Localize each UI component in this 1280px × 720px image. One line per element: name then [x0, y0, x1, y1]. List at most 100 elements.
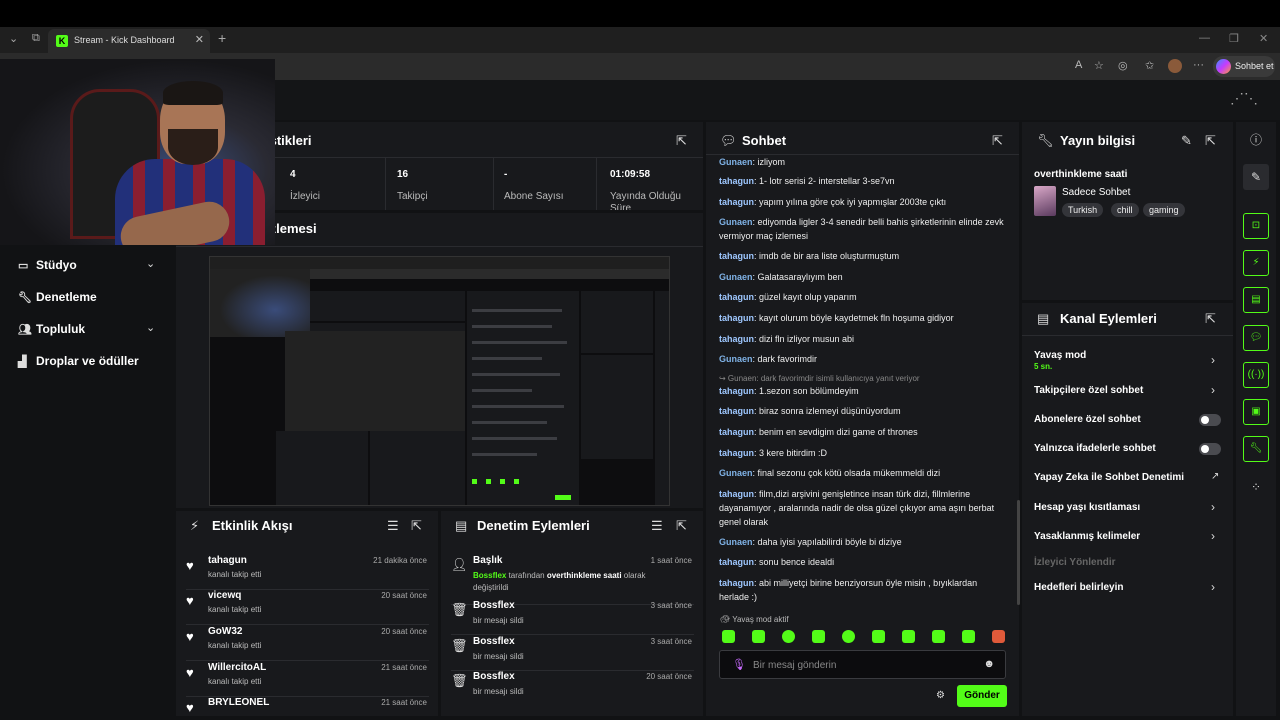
edit-pencil-icon[interactable]: ✎: [1181, 133, 1192, 149]
favorite-star-icon[interactable]: ☆: [1094, 59, 1104, 72]
emote-icon[interactable]: [782, 630, 795, 643]
profile-avatar[interactable]: [1168, 59, 1182, 73]
chat-user[interactable]: Gunaen: [719, 468, 753, 478]
new-tab-icon[interactable]: +: [218, 30, 226, 46]
nav-studio[interactable]: ▭ Stüdyo: [18, 258, 77, 272]
browser-tab[interactable]: K Stream - Kick Dashboard ✕: [48, 29, 210, 53]
chat-user[interactable]: Gunaen: [719, 272, 753, 282]
emote-icon[interactable]: [752, 630, 765, 643]
nav-community[interactable]: 👥︎ Topluluk: [18, 322, 85, 336]
chat-user[interactable]: tahagun: [719, 334, 754, 344]
chevron-down-icon[interactable]: ⌄: [146, 321, 155, 334]
minimize-icon[interactable]: —: [1199, 32, 1210, 44]
popout-icon[interactable]: ⇱: [411, 518, 422, 534]
activity-user[interactable]: GoW32: [208, 626, 242, 637]
tag-chip[interactable]: gaming: [1143, 203, 1185, 217]
chevron-right-icon[interactable]: ›: [1211, 383, 1215, 397]
ai-moderation-row[interactable]: Yapay Zeka ile Sohbet Denetimi: [1034, 472, 1220, 483]
filter-icon[interactable]: ☰: [387, 518, 399, 534]
emote-icon[interactable]: [812, 630, 825, 643]
chevron-down-icon[interactable]: ⌄: [146, 257, 155, 270]
lightning-icon[interactable]: ⚡︎: [1243, 250, 1269, 276]
modlog-user[interactable]: Bossflex: [473, 671, 515, 682]
emote-icon[interactable]: [962, 630, 975, 643]
activity-user[interactable]: vicewq: [208, 590, 241, 601]
broadcast-icon[interactable]: ((·)): [1243, 362, 1269, 388]
microphone-icon[interactable]: 🎙︎: [732, 658, 746, 671]
wrench-icon[interactable]: 🔧︎: [1243, 436, 1269, 462]
chat-user[interactable]: tahagun: [719, 448, 754, 458]
chat-user[interactable]: tahagun: [719, 386, 754, 396]
extension-icon[interactable]: ◎: [1118, 59, 1128, 72]
emotes-only-toggle[interactable]: [1199, 443, 1221, 455]
tab-list-chevron-icon[interactable]: ⌄: [9, 32, 18, 45]
chat-user[interactable]: tahagun: [719, 578, 754, 588]
chat-icon[interactable]: 💬︎: [1243, 325, 1269, 351]
chat-user[interactable]: tahagun: [719, 557, 754, 567]
chat-user[interactable]: tahagun: [719, 406, 754, 416]
chevron-right-icon[interactable]: ›: [1211, 500, 1215, 514]
tag-chip[interactable]: chill: [1111, 203, 1139, 217]
send-button[interactable]: Gönder: [957, 685, 1007, 707]
popout-icon[interactable]: ⇱: [1205, 311, 1216, 327]
tag-chip[interactable]: Turkish: [1062, 203, 1104, 217]
banned-words-row[interactable]: Yasaklanmış kelimeler: [1034, 531, 1220, 542]
stream-preview-video[interactable]: [209, 256, 670, 506]
chat-scrollbar[interactable]: [1017, 500, 1020, 605]
info-icon[interactable]: ⓘ: [1243, 127, 1269, 153]
chat-user[interactable]: Gunaen: [719, 537, 753, 547]
chat-user[interactable]: Gunaen: [719, 217, 753, 227]
workspaces-icon[interactable]: ⧉: [32, 32, 40, 45]
stream-category[interactable]: Sadece Sohbet: [1062, 187, 1130, 198]
emoji-icon[interactable]: ☻: [983, 658, 995, 670]
nav-drops[interactable]: ▟ Droplar ve ödüller: [18, 354, 139, 368]
chat-message-input[interactable]: 🎙︎ Bir mesaj gönderin ☻: [719, 650, 1006, 679]
popout-icon[interactable]: ⇱: [676, 518, 687, 534]
kick-logo-icon[interactable]: ⋰⋱: [1230, 90, 1258, 108]
emote-icon[interactable]: [872, 630, 885, 643]
activity-user[interactable]: tahagun: [208, 555, 247, 566]
tab-close-icon[interactable]: ✕: [195, 33, 204, 46]
popout-icon[interactable]: ⇱: [1205, 133, 1216, 149]
emote-icon[interactable]: [722, 630, 735, 643]
chat-user[interactable]: tahagun: [719, 427, 754, 437]
maximize-icon[interactable]: ❐: [1229, 32, 1239, 45]
popout-icon[interactable]: ⇱: [992, 133, 1003, 149]
close-window-icon[interactable]: ✕: [1259, 32, 1268, 45]
goals-row[interactable]: Hedefleri belirleyin: [1034, 582, 1220, 593]
chat-settings-gear-icon[interactable]: ⚙: [936, 690, 945, 701]
slow-mode-row[interactable]: Yavaş mod 5 sn.: [1034, 350, 1220, 372]
modlog-actor[interactable]: Bossflex: [473, 571, 506, 580]
emote-icon[interactable]: [842, 630, 855, 643]
emote-icon[interactable]: [932, 630, 945, 643]
chat-user[interactable]: tahagun: [719, 176, 754, 186]
clip-icon[interactable]: ⊡: [1243, 213, 1269, 239]
followers-only-row[interactable]: Takipçilere özel sohbet: [1034, 385, 1220, 396]
chat-user[interactable]: tahagun: [719, 251, 754, 261]
favorites-icon[interactable]: ✩: [1145, 59, 1154, 72]
external-link-icon[interactable]: ↗: [1211, 471, 1219, 482]
notes-icon[interactable]: ▤: [1243, 287, 1269, 313]
popout-icon[interactable]: ⇱: [676, 133, 687, 149]
chat-user[interactable]: tahagun: [719, 313, 754, 323]
chat-user[interactable]: tahagun: [719, 197, 754, 207]
nav-moderation[interactable]: 🔧︎ Denetleme: [18, 290, 97, 304]
emote-icon[interactable]: [902, 630, 915, 643]
filter-icon[interactable]: ☰: [651, 518, 663, 534]
chat-user[interactable]: Gunaen: [719, 157, 753, 167]
account-age-row[interactable]: Hesap yaşı kısıtlaması: [1034, 502, 1220, 513]
activity-user[interactable]: BRYLEONEL: [208, 697, 269, 708]
modlog-user[interactable]: Bossflex: [473, 636, 515, 647]
chat-user[interactable]: Gunaen: [719, 354, 753, 364]
copilot-chat-button[interactable]: Sohbet et: [1213, 56, 1275, 77]
more-menu-icon[interactable]: ···: [1193, 59, 1204, 71]
actions-icon[interactable]: ▣: [1243, 399, 1269, 425]
chevron-right-icon[interactable]: ›: [1211, 580, 1215, 594]
chevron-right-icon[interactable]: ›: [1211, 529, 1215, 543]
read-aloud-icon[interactable]: A: [1075, 59, 1082, 71]
more-options-icon[interactable]: ⁘: [1243, 474, 1269, 500]
activity-user[interactable]: WillercitoAL: [208, 662, 266, 673]
chevron-right-icon[interactable]: ›: [1211, 353, 1215, 367]
chat-user[interactable]: tahagun: [719, 489, 754, 499]
modlog-user[interactable]: Bossflex: [473, 600, 515, 611]
